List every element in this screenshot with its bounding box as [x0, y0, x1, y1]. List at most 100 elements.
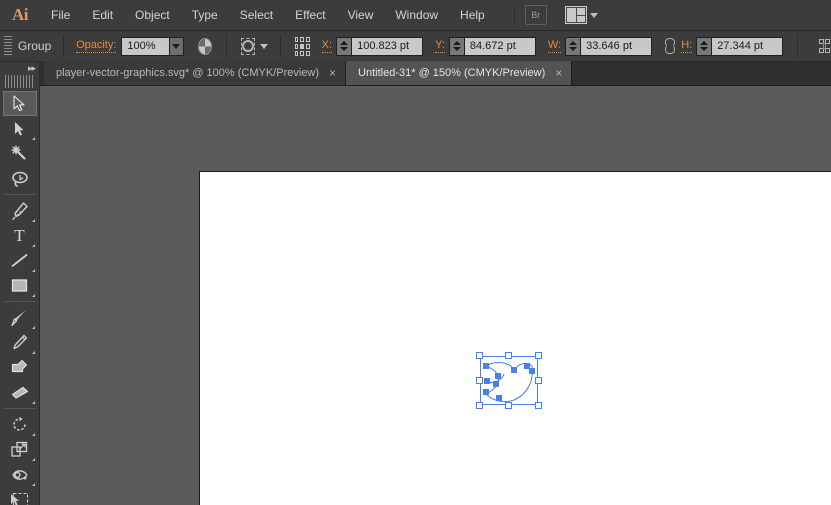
path-anchor-point[interactable] [484, 378, 490, 384]
opacity-label[interactable]: Opacity: [76, 39, 117, 53]
stepper-arrows-icon[interactable] [336, 36, 352, 56]
width-tool[interactable] [3, 462, 37, 487]
y-position-stepper[interactable]: 84.672 pt [448, 36, 536, 56]
tool-flyout-indicator[interactable] [31, 433, 35, 436]
tool-flyout-indicator[interactable] [31, 458, 35, 461]
bridge-button[interactable]: Br [524, 5, 547, 25]
menu-item-select[interactable]: Select [229, 0, 284, 31]
tool-flyout-indicator[interactable] [31, 483, 35, 486]
resize-handle-bottom-right[interactable] [535, 402, 542, 409]
double-chevron-right-icon[interactable]: ▸▸ [28, 63, 36, 73]
width-warp-icon [11, 469, 28, 480]
tool-flyout-indicator[interactable] [31, 219, 35, 222]
resize-handle-top-right[interactable] [535, 352, 542, 359]
align-grid-icon[interactable] [294, 36, 310, 56]
resize-handle-middle-left[interactable] [476, 377, 483, 384]
lasso-tool[interactable] [3, 166, 37, 191]
resize-handle-middle-right[interactable] [535, 377, 542, 384]
height-field[interactable]: 27.344 pt [711, 36, 784, 56]
pen-tool[interactable] [3, 198, 37, 223]
document-canvas[interactable] [40, 86, 831, 505]
menu-item-object[interactable]: Object [124, 0, 181, 31]
menu-item-file[interactable]: File [40, 0, 81, 31]
transparency-sphere-icon[interactable] [198, 37, 213, 55]
menu-item-window[interactable]: Window [384, 0, 449, 31]
tool-flyout-indicator[interactable] [31, 326, 35, 329]
scale-tool[interactable] [3, 437, 37, 462]
recolor-artwork-icon[interactable] [240, 37, 255, 55]
path-anchor-point[interactable] [483, 389, 489, 395]
tool-flyout-indicator[interactable] [31, 137, 35, 140]
x-position-label: X: [321, 39, 333, 53]
control-divider [63, 35, 65, 57]
panel-grip-handle[interactable] [4, 36, 12, 56]
eraser-tool[interactable] [3, 380, 37, 405]
resize-handle-bottom-center[interactable] [505, 402, 512, 409]
pencil-tool[interactable] [3, 330, 37, 355]
width-stepper[interactable]: 33.646 pt [565, 36, 653, 56]
resize-handle-top-left[interactable] [476, 352, 483, 359]
menu-item-edit[interactable]: Edit [81, 0, 124, 31]
path-anchor-point[interactable] [511, 367, 517, 373]
blob-brush-tool[interactable] [3, 355, 37, 380]
selection-tool[interactable] [2, 91, 37, 116]
close-icon[interactable]: × [555, 67, 562, 79]
close-icon[interactable]: × [329, 67, 336, 79]
y-position-field[interactable]: 84.672 pt [463, 36, 536, 56]
tools-panel-header[interactable]: ▸▸ [0, 62, 39, 74]
paintbrush-icon [11, 310, 26, 326]
rotate-tool[interactable] [3, 412, 37, 437]
opacity-input[interactable]: 100% [121, 36, 170, 56]
tool-flyout-indicator[interactable] [31, 294, 35, 297]
stepper-arrows-icon[interactable] [565, 36, 581, 56]
stepper-arrows-icon[interactable] [448, 36, 464, 56]
scale-icon [11, 441, 28, 457]
path-anchor-point[interactable] [483, 363, 489, 369]
broken-link-icon[interactable] [662, 37, 676, 55]
tool-divider [4, 194, 35, 195]
artboard[interactable] [199, 171, 831, 505]
type-tool[interactable]: T [3, 223, 37, 248]
tool-flyout-indicator[interactable] [31, 351, 35, 354]
opacity-dropdown-button[interactable] [169, 36, 185, 56]
resize-handle-bottom-left[interactable] [476, 402, 483, 409]
tools-panel: ▸▸ T [0, 62, 40, 505]
document-tab-bar: player-vector-graphics.svg* @ 100% (CMYK… [0, 61, 831, 86]
control-bar: Group Opacity: 100% X: 100.823 pt Y: 84.… [0, 31, 831, 62]
chevron-down-icon[interactable] [259, 43, 268, 49]
document-tab-untitled-31[interactable]: Untitled-31* @ 150% (CMYK/Preview) × [346, 61, 573, 85]
eraser-icon [11, 386, 28, 399]
tool-flyout-indicator[interactable] [31, 244, 35, 247]
x-position-stepper[interactable]: 100.823 pt [336, 36, 424, 56]
free-transform-tool[interactable] [3, 487, 37, 505]
direct-selection-tool[interactable] [3, 116, 37, 141]
tool-flyout-indicator[interactable] [31, 269, 35, 272]
x-position-field[interactable]: 100.823 pt [351, 36, 424, 56]
path-anchor-point[interactable] [495, 373, 501, 379]
path-anchor-point[interactable] [493, 381, 499, 387]
menu-item-help[interactable]: Help [449, 0, 496, 31]
tool-flyout-indicator[interactable] [31, 401, 35, 404]
width-field[interactable]: 33.646 pt [580, 36, 653, 56]
menu-item-view[interactable]: View [337, 0, 385, 31]
stepper-arrows-icon[interactable] [696, 36, 712, 56]
transform-bounding-box-icon[interactable] [818, 38, 831, 54]
path-anchor-point[interactable] [496, 395, 502, 401]
document-tab-player-vector-graphics[interactable]: player-vector-graphics.svg* @ 100% (CMYK… [44, 61, 347, 85]
control-divider [279, 35, 281, 57]
height-stepper[interactable]: 27.344 pt [696, 36, 784, 56]
path-anchor-point[interactable] [529, 368, 535, 374]
tool-divider [4, 301, 35, 302]
menu-item-effect[interactable]: Effect [284, 0, 336, 31]
resize-handle-top-center[interactable] [505, 352, 512, 359]
blob-brush-icon [11, 359, 28, 373]
tools-panel-grip[interactable] [5, 75, 34, 88]
paintbrush-tool[interactable] [3, 305, 37, 330]
menu-item-type[interactable]: Type [181, 0, 229, 31]
magic-wand-tool[interactable] [3, 141, 37, 166]
arrange-documents-button[interactable] [564, 6, 598, 24]
line-segment-tool[interactable] [3, 248, 37, 273]
rectangle-tool[interactable] [3, 273, 37, 298]
selected-object-vector-path-group[interactable] [476, 352, 542, 409]
chevron-down-icon [589, 12, 598, 18]
